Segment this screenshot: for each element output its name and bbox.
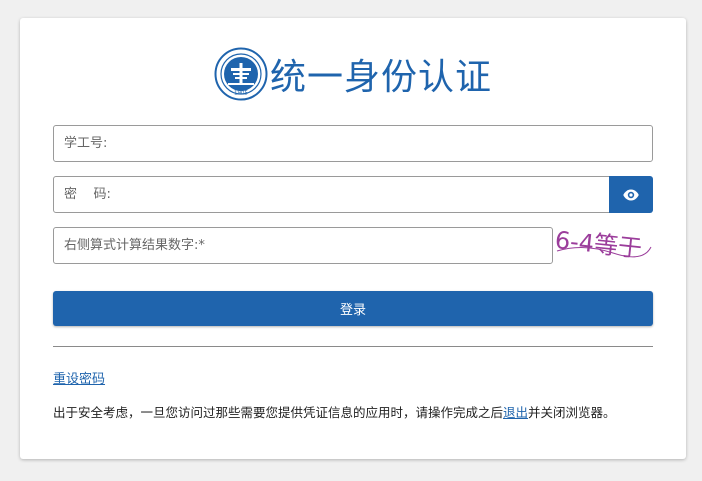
- captcha-field[interactable]: [53, 227, 553, 264]
- captcha-text: 6-4等于: [554, 226, 644, 263]
- username-input[interactable]: [64, 126, 642, 161]
- notice-text-before: 出于安全考虑，一旦您访问过那些需要您提供凭证信息的应用时，请操作完成之后: [53, 405, 504, 420]
- eye-icon: [623, 189, 639, 200]
- notice-text-after: 并关闭浏览器。: [528, 405, 616, 420]
- divider: [53, 346, 653, 347]
- login-card: 1905 统一身份认证 6-4等于 登录 重设密码 出于安全考虑，一旦您访问过那…: [20, 18, 686, 459]
- logout-link[interactable]: 退出: [503, 405, 528, 420]
- university-logo-icon: 1905: [214, 47, 268, 101]
- page-title: 统一身份认证: [269, 57, 492, 98]
- password-input[interactable]: [64, 177, 599, 212]
- toggle-password-button[interactable]: [609, 176, 653, 213]
- password-field[interactable]: [53, 176, 610, 213]
- header: 1905 统一身份认证: [20, 44, 686, 104]
- reset-password-link[interactable]: 重设密码: [53, 368, 105, 387]
- login-button[interactable]: 登录: [53, 291, 653, 326]
- logo-year: 1905: [234, 91, 248, 97]
- captcha-image[interactable]: 6-4等于: [553, 223, 653, 263]
- security-notice: 出于安全考虑，一旦您访问过那些需要您提供凭证信息的应用时，请操作完成之后退出并关…: [53, 402, 616, 421]
- captcha-input[interactable]: [64, 228, 542, 263]
- username-field[interactable]: [53, 125, 653, 162]
